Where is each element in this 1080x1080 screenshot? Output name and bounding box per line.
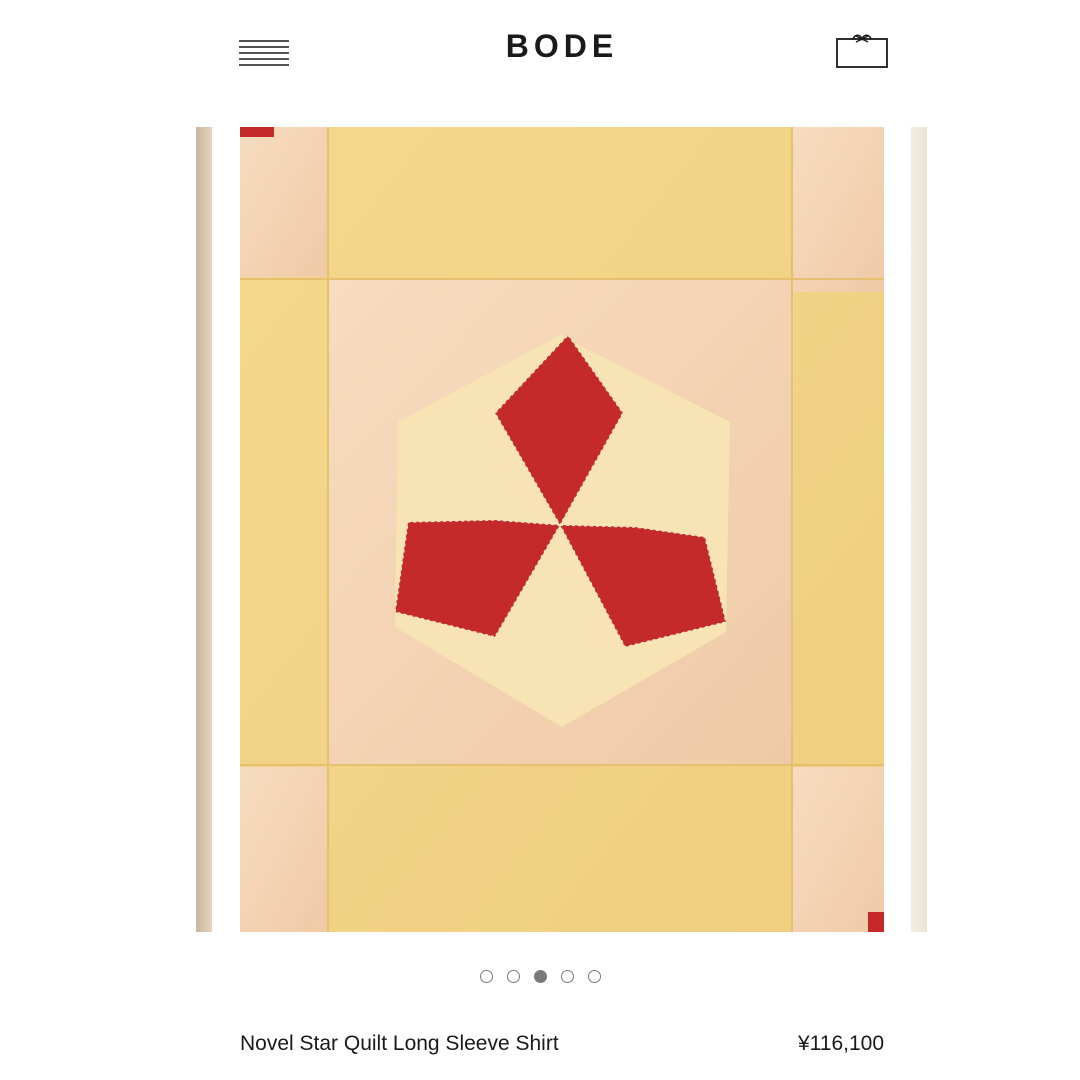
carousel-dot[interactable] xyxy=(479,970,493,984)
hamburger-menu-icon xyxy=(239,40,289,66)
site-header: BODE xyxy=(0,0,1080,100)
product-name[interactable]: Novel Star Quilt Long Sleeve Shirt xyxy=(240,1032,559,1056)
brand-logo[interactable]: BODE xyxy=(460,28,664,65)
shopping-bag-icon xyxy=(836,34,888,68)
quilt-star-image xyxy=(240,127,884,932)
carousel-dot[interactable] xyxy=(587,970,601,984)
product-image-carousel[interactable] xyxy=(0,127,1080,932)
carousel-dot[interactable] xyxy=(533,970,547,984)
carousel-dot[interactable] xyxy=(506,970,520,984)
previous-slide-peek[interactable] xyxy=(196,127,212,932)
product-image[interactable] xyxy=(240,127,884,932)
carousel-dot[interactable] xyxy=(560,970,574,984)
product-price: ¥116,100 xyxy=(797,1032,884,1055)
carousel-pagination xyxy=(0,968,1080,988)
menu-button[interactable] xyxy=(238,38,290,68)
next-slide-peek[interactable] xyxy=(911,127,927,932)
cart-button[interactable] xyxy=(835,32,889,70)
